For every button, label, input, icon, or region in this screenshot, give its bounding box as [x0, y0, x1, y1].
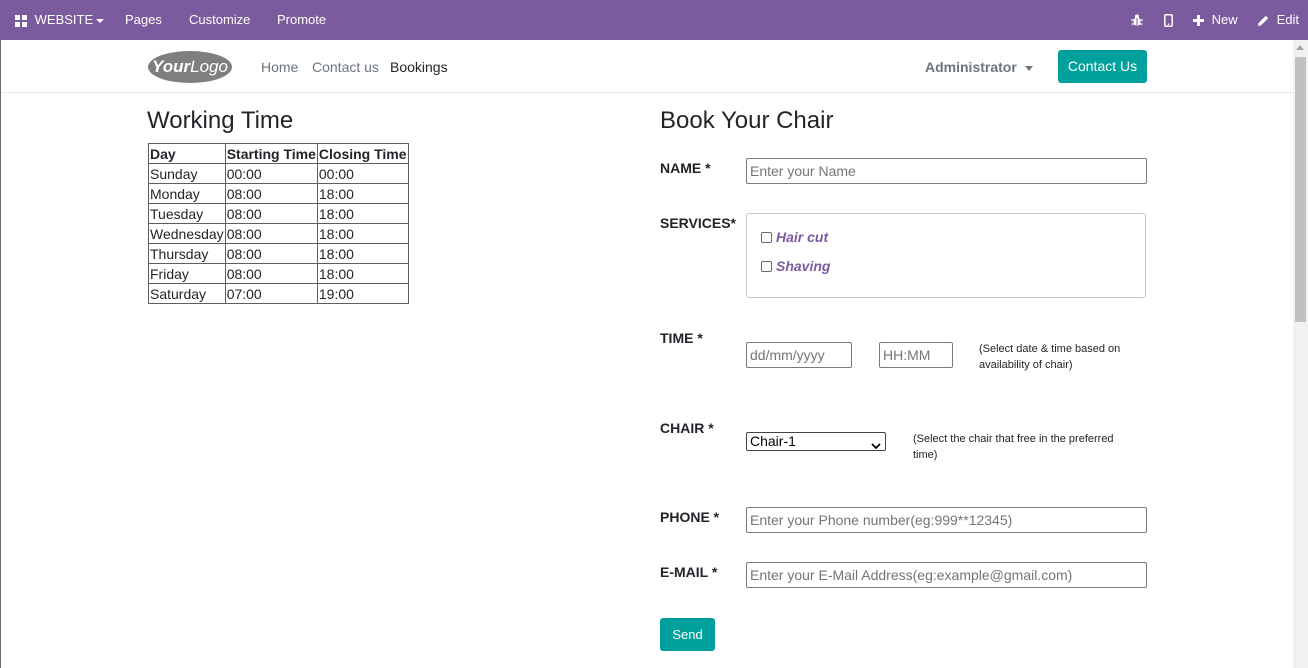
nav-link-home[interactable]: Home [261, 59, 298, 75]
nav-link-contact-us[interactable]: Contact us [312, 59, 379, 75]
website-menu-label: WEBSITE [34, 12, 94, 27]
table-row: Tuesday 08:00 18:00 [148, 203, 409, 224]
table-row: Saturday 07:00 19:00 [148, 283, 409, 304]
website-menu[interactable]: WEBSITE [15, 0, 105, 40]
table-cell: 08:00 [224, 243, 318, 264]
hair-cut-label: Hair cut [776, 229, 829, 245]
send-button[interactable]: Send [660, 618, 715, 651]
column-header-starting-time: Starting Time [224, 143, 318, 164]
table-cell: 08:00 [224, 183, 318, 204]
user-menu[interactable]: Administrator [925, 59, 1033, 75]
table-cell: 07:00 [224, 283, 318, 304]
user-name: Administrator [925, 59, 1017, 75]
table-cell: Thursday [148, 243, 226, 264]
table-row: Thursday 08:00 18:00 [148, 243, 409, 264]
edit-button-label: Edit [1276, 12, 1300, 27]
phone-label: PHONE * [660, 509, 720, 525]
svg-text:YourLogo: YourLogo [152, 57, 228, 76]
table-row: Wednesday 08:00 18:00 [148, 223, 409, 244]
promote-menu[interactable]: Promote [277, 0, 326, 40]
table-cell: 08:00 [224, 263, 318, 284]
chevron-down-icon [871, 437, 881, 454]
table-cell: 18:00 [316, 263, 409, 284]
contact-us-button[interactable]: Contact Us [1058, 50, 1147, 83]
services-label: SERVICES* [660, 215, 736, 231]
chevron-down-icon [1024, 65, 1033, 71]
site-navbar: YourLogo Home Contact us Bookings Admini… [1, 40, 1293, 93]
page-scrollbar[interactable] [1293, 40, 1308, 668]
chevron-down-icon [96, 18, 105, 23]
table-cell: Friday [148, 263, 226, 284]
table-cell: 08:00 [224, 223, 318, 244]
table-cell: 00:00 [224, 163, 318, 184]
customize-menu[interactable]: Customize [189, 0, 250, 40]
email-label: E-MAIL * [660, 564, 718, 580]
table-cell: Monday [148, 183, 226, 204]
plus-icon [1193, 12, 1204, 27]
chair-label: CHAIR * [660, 420, 714, 436]
frame-border [0, 40, 1, 668]
column-header-closing-time: Closing Time [316, 143, 409, 164]
date-input[interactable]: dd/mm/yyyy [746, 342, 852, 368]
time-input[interactable]: HH:MM [879, 342, 953, 368]
service-option-shaving[interactable]: Shaving [761, 258, 830, 274]
chair-hint: (Select the chair that free in the prefe… [913, 433, 1114, 461]
table-cell: 08:00 [224, 203, 318, 224]
debug-bug-icon[interactable] [1131, 0, 1143, 40]
mobile-preview-icon[interactable] [1164, 0, 1173, 40]
name-input[interactable]: Enter your Name [746, 158, 1147, 184]
table-row: Friday 08:00 18:00 [148, 263, 409, 284]
table-cell: 18:00 [316, 243, 409, 264]
time-hint: (Select date & time based on availabilit… [979, 343, 1121, 371]
services-group: Hair cut Shaving [746, 213, 1146, 298]
pencil-icon [1258, 12, 1269, 27]
table-cell: Tuesday [148, 203, 226, 224]
shaving-label: Shaving [776, 258, 831, 274]
hair-cut-checkbox[interactable] [761, 231, 772, 243]
service-option-hair-cut[interactable]: Hair cut [761, 229, 828, 245]
table-cell: 00:00 [316, 163, 409, 184]
new-button[interactable]: New [1193, 0, 1238, 40]
chair-selected-value: Chair-1 [750, 433, 796, 449]
nav-link-bookings[interactable]: Bookings [390, 59, 448, 75]
table-cell: 19:00 [316, 283, 409, 304]
edit-button[interactable]: Edit [1258, 0, 1299, 40]
book-chair-heading: Book Your Chair [660, 107, 834, 134]
table-cell: 18:00 [316, 183, 409, 204]
table-cell: Saturday [148, 283, 226, 304]
table-row: Monday 08:00 18:00 [148, 183, 409, 204]
table-cell: Wednesday [148, 223, 226, 244]
table-cell: 18:00 [316, 223, 409, 244]
table-row: Sunday 00:00 00:00 [148, 163, 409, 184]
scroll-thumb[interactable] [1295, 57, 1306, 322]
email-input[interactable]: Enter your E-Mail Address(eg:example@gma… [746, 562, 1147, 588]
chair-select[interactable]: Chair-1 [746, 432, 886, 451]
apps-grid-icon [15, 12, 31, 27]
site-logo[interactable]: YourLogo [147, 49, 234, 84]
scroll-up-arrow-icon[interactable] [1296, 45, 1304, 50]
table-header-row: Day Starting Time Closing Time [148, 143, 409, 164]
phone-input[interactable]: Enter your Phone number(eg:999**12345) [746, 507, 1147, 533]
website-admin-bar: WEBSITE Pages Customize Promote New Edit [0, 0, 1308, 41]
time-label: TIME * [660, 330, 703, 346]
table-cell: Sunday [148, 163, 226, 184]
shaving-checkbox[interactable] [761, 260, 772, 272]
pages-menu[interactable]: Pages [125, 0, 162, 40]
new-button-label: New [1211, 12, 1238, 27]
column-header-day: Day [148, 143, 226, 164]
working-time-heading: Working Time [147, 107, 294, 134]
table-cell: 18:00 [316, 203, 409, 224]
working-time-table: Day Starting Time Closing Time Sunday 00:… [148, 143, 409, 304]
name-label: NAME * [660, 160, 711, 176]
